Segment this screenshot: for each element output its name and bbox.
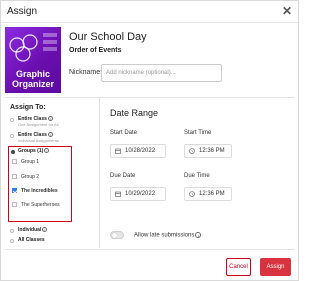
activity-subtitle: Order of Events: [69, 47, 122, 54]
calendar-icon: [115, 191, 121, 197]
nickname-input[interactable]: Add nickname (optional)...: [101, 64, 222, 82]
entire-class-desc-1: One Assignment for All: [18, 122, 59, 127]
info-icon[interactable]: i: [42, 227, 48, 233]
individual-radio[interactable]: [10, 229, 14, 233]
date-range-heading: Date Range: [110, 108, 159, 118]
thumbnail-line-1: Graphic: [15, 69, 50, 79]
activity-info: Our School Day Order of Events: [69, 31, 147, 54]
late-submissions-toggle[interactable]: [110, 231, 124, 239]
due-time-value: 12:36 PM: [199, 191, 225, 197]
group-checkbox[interactable]: [12, 202, 17, 207]
info-icon[interactable]: i: [47, 132, 53, 138]
footer-divider: [5, 249, 294, 250]
start-time-label: Start Time: [184, 130, 212, 136]
group-item-label: Group 1: [21, 159, 40, 165]
groups-label: Groups (1) i: [18, 148, 50, 154]
entire-class-radio-2[interactable]: [10, 134, 14, 138]
dialog-header: Assign ✕: [1, 1, 298, 23]
group-item-label: Group 2: [21, 174, 40, 180]
start-date-value: 10/28/2022: [125, 148, 156, 154]
groups-text: Groups (1): [18, 148, 44, 154]
thumbnail-title: Graphic Organizer: [5, 69, 61, 89]
start-time-field[interactable]: 12:36 PM: [184, 144, 232, 158]
activity-title: Our School Day: [69, 31, 147, 43]
clock-icon: [189, 148, 195, 154]
due-date-label: Due Date: [110, 173, 136, 179]
dialog-title: Assign: [7, 6, 38, 17]
entire-class-radio-1[interactable]: [10, 118, 14, 122]
groups-highlight-box: Groups (1) i Group 1 Group 2 The Incredib…: [8, 146, 72, 222]
assign-dialog: Assign ✕ Graphic Organizer Our School Da…: [0, 0, 299, 281]
close-icon[interactable]: ✕: [282, 4, 292, 18]
start-time-value: 12:36 PM: [199, 148, 225, 154]
individual-label: Individual i: [18, 227, 48, 233]
info-icon[interactable]: i: [195, 232, 202, 238]
start-date-label: Start Date: [110, 130, 138, 136]
individual-text: Individual: [18, 227, 42, 233]
group-item-label: The Superheroes: [21, 202, 60, 208]
due-date-field[interactable]: 10/29/2022: [110, 187, 166, 201]
all-classes-radio[interactable]: [10, 239, 14, 243]
assign-button[interactable]: Assign: [260, 258, 291, 276]
date-range-panel: Date Range Start Date 10/28/2022 Start T…: [100, 98, 294, 248]
clock-icon: [189, 191, 195, 197]
assign-to-heading: Assign To:: [10, 104, 46, 111]
info-icon[interactable]: i: [47, 116, 53, 122]
calendar-icon: [115, 148, 121, 154]
activity-thumbnail: Graphic Organizer: [5, 27, 61, 93]
group-checkbox-checked[interactable]: [12, 188, 17, 193]
group-item-label: The Incredibles: [21, 188, 58, 194]
groups-radio[interactable]: [11, 150, 15, 154]
late-submissions-label: Allow late submissions i: [134, 232, 202, 239]
assign-to-panel: Assign To: Entire Class i One Assignment …: [5, 98, 99, 248]
nickname-label: Nickname:: [69, 69, 103, 76]
due-time-label: Due Time: [184, 173, 210, 179]
group-checkbox[interactable]: [12, 174, 17, 179]
all-classes-label: All Classes: [18, 237, 45, 243]
info-icon[interactable]: i: [44, 148, 50, 154]
due-date-value: 10/29/2022: [125, 191, 156, 197]
late-submissions-text: Allow late submissions: [134, 232, 195, 239]
entire-class-desc-2: Individual Assignments: [18, 138, 59, 143]
thumbnail-line-2: Organizer: [11, 79, 54, 89]
start-date-field[interactable]: 10/28/2022: [110, 144, 166, 158]
group-checkbox[interactable]: [12, 159, 17, 164]
cancel-button[interactable]: Cancel: [226, 258, 251, 276]
due-time-field[interactable]: 12:36 PM: [184, 187, 232, 201]
